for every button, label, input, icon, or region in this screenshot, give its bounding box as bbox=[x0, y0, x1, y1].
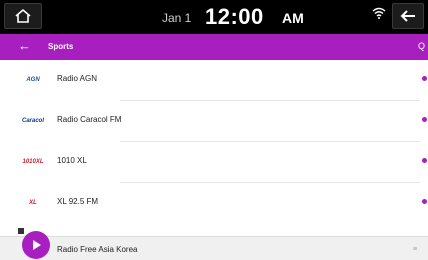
back-button[interactable]: ← bbox=[18, 38, 31, 53]
date-label: Jan 1 bbox=[162, 11, 192, 25]
station-logo: 1010XL bbox=[22, 159, 44, 165]
home-icon bbox=[15, 8, 31, 23]
clock-time: 12:00 bbox=[205, 4, 264, 29]
status-bar: Jan 1 12:00 AM bbox=[0, 0, 428, 34]
expand-icon[interactable]: ≡ bbox=[413, 246, 417, 253]
system-back-button[interactable] bbox=[392, 3, 424, 29]
now-playing-title: Radio Free Asia Korea bbox=[57, 245, 138, 254]
station-row[interactable]: Caracol Radio Caracol FM bbox=[0, 101, 428, 141]
station-row[interactable]: AGN Radio AGN bbox=[0, 60, 428, 100]
play-button[interactable] bbox=[22, 231, 50, 259]
more-options-icon[interactable] bbox=[422, 76, 427, 81]
more-options-icon[interactable] bbox=[422, 117, 427, 122]
station-logo: Caracol bbox=[21, 118, 44, 124]
station-row[interactable]: XL XL 92.5 FM bbox=[0, 183, 428, 223]
station-logo: XL bbox=[29, 200, 37, 206]
page-title: Sports bbox=[48, 42, 74, 51]
clock-ampm: AM bbox=[282, 10, 304, 26]
wifi-icon bbox=[372, 7, 386, 19]
station-row[interactable]: 1010XL 1010 XL bbox=[0, 142, 428, 182]
home-button[interactable] bbox=[4, 3, 42, 29]
search-icon[interactable]: Q bbox=[418, 41, 425, 51]
title-bar: ← Sports Q bbox=[0, 34, 428, 60]
more-options-icon[interactable] bbox=[422, 158, 427, 163]
station-name: Radio Caracol FM bbox=[57, 115, 122, 124]
station-name: Radio AGN bbox=[57, 74, 98, 83]
station-logo: AGN bbox=[26, 77, 40, 83]
back-arrow-icon bbox=[400, 10, 415, 22]
more-options-icon[interactable] bbox=[422, 199, 427, 204]
station-name: XL 92.5 FM bbox=[57, 197, 99, 206]
partial-station-logo bbox=[18, 228, 24, 234]
play-icon bbox=[33, 240, 41, 250]
station-name: 1010 XL bbox=[57, 156, 87, 165]
